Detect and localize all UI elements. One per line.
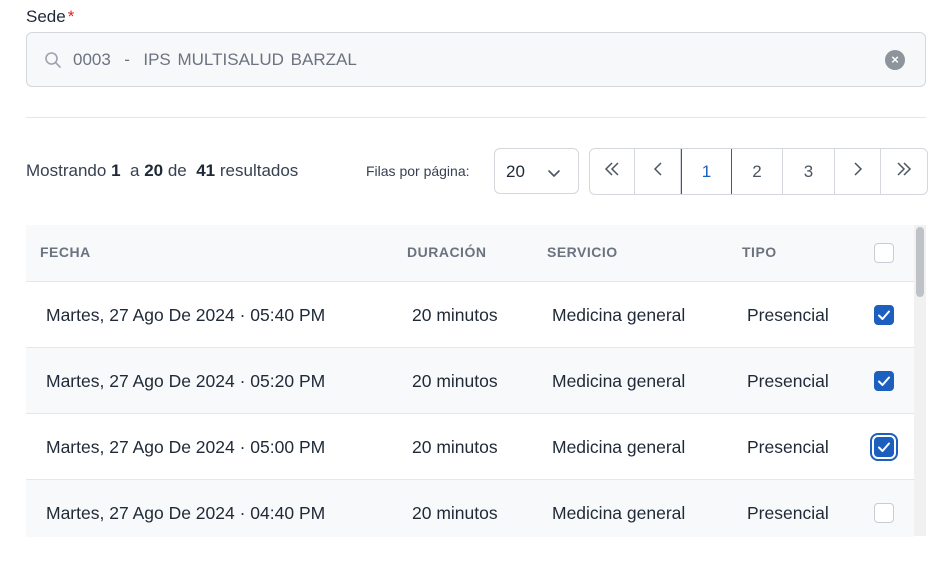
check-icon (878, 310, 890, 320)
row-checkbox[interactable] (874, 371, 894, 391)
sede-search-field[interactable]: × (26, 32, 926, 87)
divider (26, 117, 926, 118)
check-icon (878, 376, 890, 386)
cell-duracion: 20 minutos (412, 437, 498, 457)
header-fecha[interactable]: FECHA (40, 244, 91, 260)
row-checkbox[interactable] (870, 433, 898, 461)
page-number: 1 (701, 161, 712, 181)
cell-duracion: 20 minutos (412, 305, 498, 325)
cell-tipo: Presencial (747, 437, 829, 457)
rows-per-page-label: Filas por página: (366, 163, 470, 179)
row-checkbox[interactable] (874, 503, 894, 523)
table-row[interactable]: Martes, 27 Ago De 2024 · 05:40 PM 20 min… (26, 282, 914, 348)
double-chevron-right-icon (895, 160, 913, 183)
cell-tipo: Presencial (747, 503, 829, 523)
summary-results-word: resultados (219, 161, 299, 180)
rows-per-page-value: 20 (506, 162, 525, 181)
pagination-control: 1 2 3 (589, 148, 928, 195)
cell-servicio: Medicina general (552, 305, 686, 325)
scrollbar-thumb[interactable] (916, 227, 924, 297)
last-page-button[interactable] (881, 149, 927, 194)
summary-from: 1 (111, 161, 121, 180)
row-checkbox[interactable] (874, 305, 894, 325)
first-page-button[interactable] (590, 149, 635, 194)
select-all-checkbox[interactable] (874, 243, 894, 263)
cell-fecha: Martes, 27 Ago De 2024 · 04:40 PM (46, 503, 326, 523)
cell-fecha: Martes, 27 Ago De 2024 · 05:40 PM (46, 305, 326, 325)
cell-servicio: Medicina general (552, 437, 686, 457)
sede-input[interactable] (73, 33, 853, 86)
table-row[interactable]: Martes, 27 Ago De 2024 · 05:20 PM 20 min… (26, 348, 914, 414)
sede-label: Sede * (26, 7, 74, 27)
table-header: FECHA DURACIÓN SERVICIO TIPO (26, 225, 914, 282)
appointments-table: FECHA DURACIÓN SERVICIO TIPO Martes, 27 … (26, 225, 914, 537)
next-page-button[interactable] (835, 149, 881, 194)
double-chevron-left-icon (603, 160, 621, 183)
summary-of-word: de (167, 161, 187, 180)
table-scrollbar[interactable] (914, 225, 926, 536)
search-icon (44, 51, 62, 74)
cell-servicio: Medicina general (552, 503, 686, 523)
cell-tipo: Presencial (747, 305, 829, 325)
required-mark: * (67, 7, 75, 26)
cell-servicio: Medicina general (552, 371, 686, 391)
page-number: 2 (752, 161, 762, 181)
page-3-button[interactable]: 3 (783, 149, 835, 194)
table-row[interactable]: Martes, 27 Ago De 2024 · 05:00 PM 20 min… (26, 414, 914, 480)
cell-fecha: Martes, 27 Ago De 2024 · 05:20 PM (46, 371, 326, 391)
table-row[interactable]: Martes, 27 Ago De 2024 · 04:40 PM 20 min… (26, 480, 914, 537)
rows-per-page-select[interactable]: 20 (494, 148, 579, 194)
header-tipo[interactable]: TIPO (742, 244, 777, 260)
chevron-right-icon (851, 160, 865, 183)
page-1-button[interactable]: 1 (681, 149, 732, 194)
results-summary: Mostrando 1 a 20 de 41 resultados (26, 161, 298, 181)
header-servicio[interactable]: SERVICIO (547, 244, 618, 260)
check-icon (878, 442, 890, 452)
cell-duracion: 20 minutos (412, 371, 498, 391)
summary-total: 41 (196, 161, 216, 180)
header-duracion[interactable]: DURACIÓN (407, 244, 486, 260)
page-number: 3 (803, 161, 814, 181)
sede-label-text: Sede (26, 7, 66, 26)
prev-page-button[interactable] (635, 149, 681, 194)
close-circle-icon[interactable]: × (885, 50, 905, 70)
summary-prefix: Mostrando (26, 161, 107, 180)
page-2-button[interactable]: 2 (732, 149, 783, 194)
cell-duracion: 20 minutos (412, 503, 498, 523)
chevron-left-icon (651, 160, 665, 183)
cell-fecha: Martes, 27 Ago De 2024 · 05:00 PM (46, 437, 326, 457)
summary-to-word: a (129, 161, 140, 180)
summary-to: 20 (144, 161, 164, 180)
cell-tipo: Presencial (747, 371, 829, 391)
chevron-down-icon (547, 166, 561, 184)
